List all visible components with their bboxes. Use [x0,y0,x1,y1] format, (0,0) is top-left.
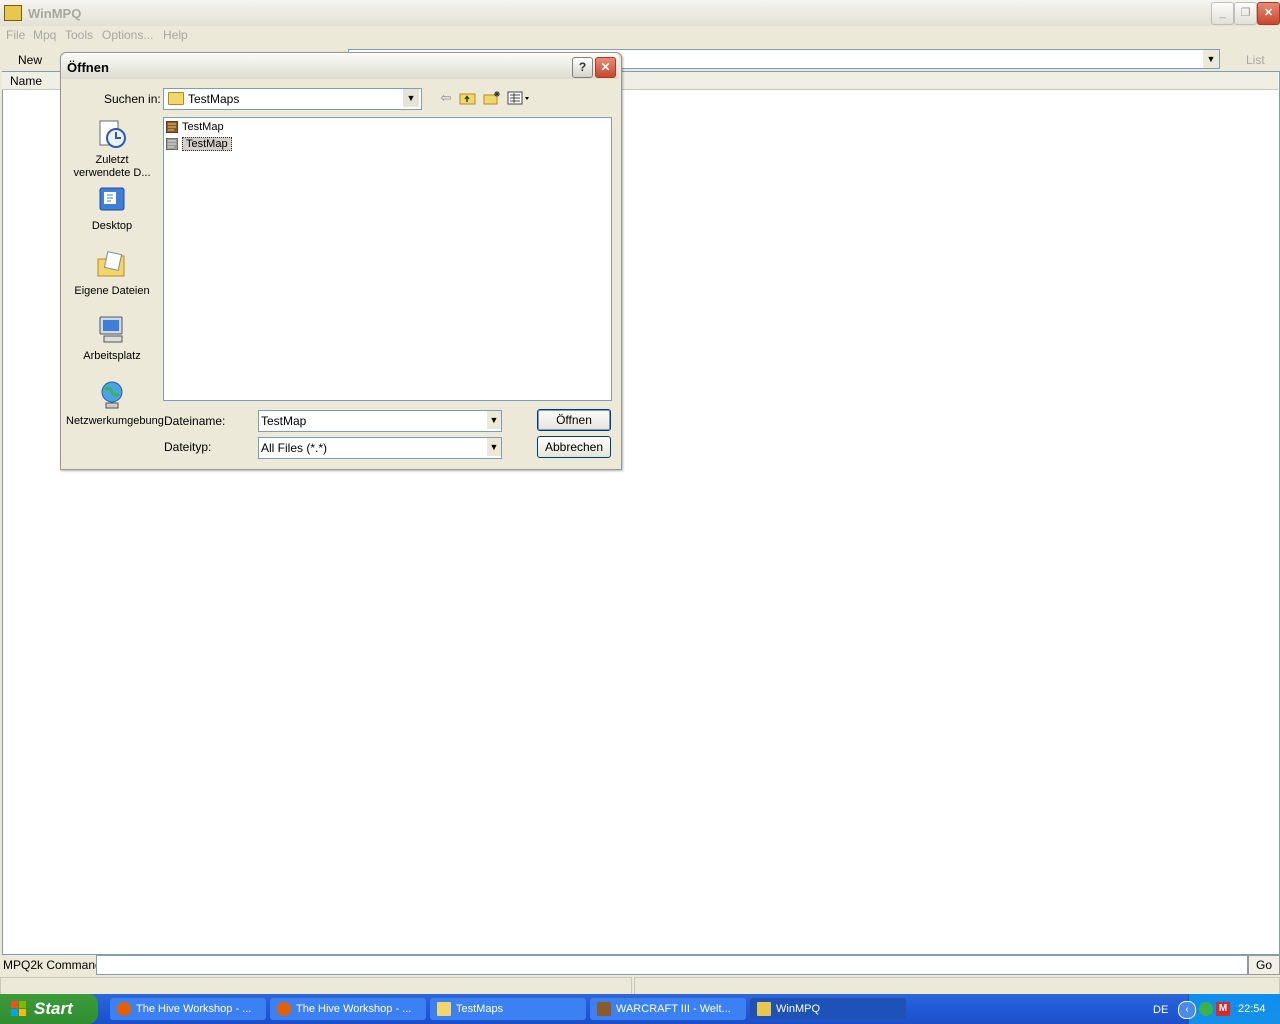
status-panel-right [634,977,1280,995]
warcraft-map-icon [166,121,178,133]
task-label: TestMaps [456,1003,504,1015]
place-label: Desktop [91,220,133,232]
task-button[interactable]: The Hive Workshop - ... [270,998,426,1020]
file-item[interactable]: TestMap [166,120,224,135]
windows-logo-icon [11,1001,26,1016]
command-input[interactable] [96,955,1248,975]
menu-options[interactable]: Options... [102,28,153,42]
filename-value: TestMap [261,414,307,428]
folder-icon [437,1002,451,1016]
list-button[interactable]: List [1246,53,1265,67]
task-label: WinMPQ [776,1003,820,1015]
window-titlebar[interactable] [0,0,1280,27]
chevron-down-icon[interactable]: ▼ [487,411,501,429]
place-network[interactable]: Netzwerkumgebung [66,379,164,428]
go-button[interactable]: Go [1248,955,1280,975]
new-folder-icon[interactable] [483,90,501,106]
lookin-label: Suchen in: [104,92,161,106]
place-desktop[interactable]: Desktop [66,184,158,233]
dialog-title: Öffnen [67,60,109,75]
task-label: The Hive Workshop - ... [136,1003,252,1015]
window-title: WinMPQ [28,6,82,21]
close-button[interactable]: ✕ [1257,2,1280,25]
place-label: Zuletzt verwendete D... [73,154,151,179]
place-my-documents[interactable]: Eigene Dateien [66,249,158,298]
file-name: TestMap [182,121,224,133]
filename-label: Dateiname: [164,414,226,428]
minimize-button[interactable]: _ [1211,2,1234,25]
lookin-value: TestMaps [188,92,240,106]
menu-mpq[interactable]: Mpq [33,28,56,42]
tray-app-icon[interactable] [1199,1002,1213,1016]
task-label: The Hive Workshop - ... [296,1003,412,1015]
warcraft-icon [597,1002,611,1016]
recent-documents-icon [99,120,126,148]
filetype-label: Dateityp: [164,440,212,454]
folder-icon [168,92,184,105]
task-button[interactable]: TestMaps [430,998,586,1020]
command-label: MPQ2k Command [3,958,102,972]
place-my-computer[interactable]: Arbeitsplatz [66,314,158,363]
clock[interactable]: 22:54 [1238,1003,1266,1015]
firefox-icon [277,1002,291,1016]
dialog-close-button[interactable]: ✕ [595,57,616,78]
task-button[interactable]: WARCRAFT III - Welt... [590,998,746,1020]
dialog-file-list[interactable] [163,117,612,401]
menu-tools[interactable]: Tools [65,28,93,42]
language-indicator[interactable]: DE [1153,1004,1168,1016]
tray-antivirus-icon[interactable]: M [1216,1002,1230,1016]
firefox-icon [117,1002,131,1016]
place-recent[interactable]: Zuletzt verwendete D... [66,118,158,180]
chevron-down-icon[interactable]: ▼ [487,438,501,456]
winmpq-icon [757,1002,771,1016]
place-label: Eigene Dateien [74,285,150,297]
up-folder-icon[interactable] [459,90,477,106]
column-name-header[interactable]: Name [10,74,42,88]
task-button[interactable]: The Hive Workshop - ... [110,998,266,1020]
place-label: Arbeitsplatz [83,350,141,362]
filetype-value: All Files (*.*) [261,441,328,455]
chevron-down-icon[interactable]: ▼ [403,89,419,107]
back-arrow-icon[interactable]: ⇦ [437,90,455,106]
maximize-button[interactable]: ❐ [1234,2,1257,25]
place-label: Netzwerkumgebung [66,415,164,427]
my-computer-icon [99,316,123,343]
new-button[interactable]: New [18,53,42,67]
dialog-titlebar[interactable] [61,53,619,79]
menu-help[interactable]: Help [163,28,188,42]
chevron-down-icon[interactable]: ▼ [1203,50,1219,68]
desktop-icon [99,187,125,211]
open-button[interactable]: Öffnen [537,409,611,431]
winmpq-app-icon [4,5,22,21]
task-button-active[interactable]: WinMPQ [750,998,906,1020]
cancel-button[interactable]: Abbrechen [537,436,611,458]
file-name: TestMap [182,137,232,151]
warcraft-map-icon [166,138,178,150]
file-item-selected[interactable]: TestMap [166,137,232,152]
menubar [0,26,1280,46]
help-button[interactable]: ? [572,57,593,78]
view-menu-icon[interactable] [507,90,531,106]
network-icon [101,381,123,409]
places-bar: Zuletzt verwendete D... Desktop Eigene D… [66,114,164,454]
menu-file[interactable]: File [6,28,25,42]
task-label: WARCRAFT III - Welt... [616,1003,731,1015]
tray-expand-icon[interactable]: ‹ [1178,1001,1196,1019]
status-panel-left [0,977,632,995]
my-documents-icon [97,251,125,277]
